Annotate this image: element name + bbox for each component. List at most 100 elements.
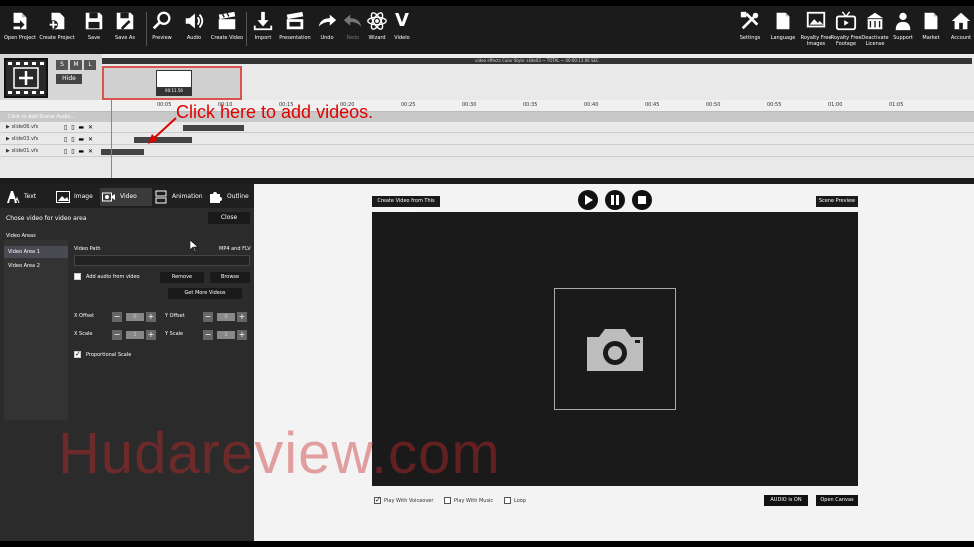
track-bar[interactable]	[183, 125, 245, 131]
video-path-input[interactable]	[74, 255, 250, 266]
minus-icon[interactable]: −	[112, 312, 122, 322]
play-with-music-checkbox[interactable]	[444, 497, 451, 504]
track-controls[interactable]: ▯ ▯ ▬ ✕	[64, 124, 94, 131]
size-large-button[interactable]: L	[84, 60, 96, 70]
play-button[interactable]	[578, 190, 598, 210]
magnifier-icon	[152, 11, 171, 30]
minus-icon[interactable]: −	[203, 312, 213, 322]
get-more-videos-button[interactable]: Get More Videos	[168, 288, 242, 299]
loop-checkbox[interactable]	[504, 497, 511, 504]
track-controls[interactable]: ▯ ▯ ▬ ✕	[64, 148, 94, 155]
track-name-text: slide01.vfs	[11, 148, 39, 154]
tab-animation[interactable]: Animation	[154, 188, 203, 206]
presentation-icon	[286, 11, 304, 30]
ruler-tick: 01:00	[828, 102, 843, 108]
video-area-2[interactable]: Video Area 2	[4, 260, 68, 272]
timeline-header: video effects Color Style: slide03 ~ TOT…	[102, 58, 972, 64]
ruler-tick: 00:50	[706, 102, 721, 108]
video-areas-list: Video Area 1 Video Area 2	[4, 240, 68, 420]
video-area-1[interactable]: Video Area 1	[4, 246, 68, 258]
tab-image[interactable]: Image	[56, 188, 93, 206]
open-canvas-button[interactable]: Open Canvas	[816, 495, 858, 506]
y-scale-stepper[interactable]: − 1 +	[203, 330, 251, 340]
speaker-icon	[185, 13, 204, 29]
pause-button[interactable]	[605, 190, 625, 210]
y-scale-label: Y Scale	[165, 331, 184, 337]
create-video-from-scene-button[interactable]: Create Video from This Scene	[372, 196, 440, 215]
track-row[interactable]: ▶ slide01.vfs ▯ ▯ ▬ ✕	[0, 146, 974, 157]
remove-button[interactable]: Remove	[160, 272, 204, 283]
track-name-text: slide03.vfs	[11, 136, 39, 142]
add-audio-checkbox[interactable]	[74, 273, 81, 280]
scene-preview-button[interactable]: Scene Preview	[816, 196, 858, 207]
add-scene-button[interactable]	[4, 58, 48, 98]
proportional-scale-label: Proportional Scale	[86, 352, 132, 358]
y-scale-value[interactable]: 1	[217, 331, 235, 339]
video-placeholder[interactable]	[554, 288, 676, 410]
filmstrip-add-icon	[6, 60, 46, 96]
play-icon	[585, 195, 593, 205]
loop-option[interactable]: Loop	[504, 497, 526, 504]
plus-icon[interactable]: +	[237, 330, 247, 340]
ruler-tick: 01:05	[889, 102, 904, 108]
scene-clip[interactable]: 00:11.56	[102, 66, 242, 100]
format-hint: MP4 and FLV	[219, 246, 251, 252]
clapperboard-icon	[218, 11, 236, 30]
tab-outline[interactable]: Outline	[209, 188, 249, 206]
create-project-button[interactable]: Create Project	[37, 10, 77, 41]
x-offset-stepper[interactable]: − 0 +	[112, 312, 160, 322]
tv-icon	[835, 11, 857, 31]
image-frame-icon	[806, 11, 826, 28]
y-offset-value[interactable]: 0	[217, 313, 235, 321]
plus-icon[interactable]: +	[146, 330, 156, 340]
plus-icon[interactable]: +	[146, 312, 156, 322]
ruler-tick: 00:55	[767, 102, 782, 108]
minus-icon[interactable]: −	[203, 330, 213, 340]
play-with-music-option[interactable]: Play With Music	[444, 497, 493, 504]
add-audio-label: Add audio from video	[86, 274, 140, 280]
mouse-cursor-icon	[190, 240, 198, 252]
scene-preview-area: Create Video from This Scene Scene Previ…	[254, 184, 974, 541]
floppy-edit-icon	[116, 12, 134, 30]
x-offset-value[interactable]: 0	[126, 313, 144, 321]
x-scale-stepper[interactable]: − 1 +	[112, 330, 160, 340]
open-project-button[interactable]: Open Project	[0, 10, 40, 41]
playhead[interactable]	[111, 100, 112, 184]
tab-text[interactable]: Text	[6, 188, 36, 206]
size-medium-button[interactable]: M	[70, 60, 82, 70]
create-video-button[interactable]: Create Video	[207, 10, 247, 41]
size-small-button[interactable]: S	[56, 60, 68, 70]
stop-button[interactable]	[632, 190, 652, 210]
main-toolbar: Open Project Create Project Save Save As…	[0, 6, 974, 54]
scene-thumbnail[interactable]: 00:11.56	[156, 70, 192, 96]
y-offset-stepper[interactable]: − 0 +	[203, 312, 251, 322]
account-button[interactable]: Account	[941, 10, 974, 41]
market-page-icon	[924, 12, 938, 30]
camera-icon	[587, 329, 643, 371]
tab-video[interactable]: Video	[100, 188, 152, 206]
create-project-icon	[48, 12, 65, 30]
track-controls[interactable]: ▯ ▯ ▬ ✕	[64, 136, 94, 143]
timeline-controls: S M L Hide	[0, 54, 102, 106]
panel-tabs: Text Image Video Animation Outline	[0, 184, 254, 208]
ruler-tick: 00:05	[157, 102, 172, 108]
hide-button[interactable]: Hide	[56, 74, 82, 84]
close-button[interactable]: Close	[208, 212, 250, 224]
scene-audio-label: Click to Add Scene Audio...	[8, 114, 76, 120]
annotation-text: Click here to add videos.	[176, 102, 374, 122]
plus-icon[interactable]: +	[237, 312, 247, 322]
videlo-button[interactable]: V Videlo	[382, 10, 422, 41]
track-name: ▶ slide03.vfs	[6, 136, 39, 142]
browse-button[interactable]: Browse	[210, 272, 250, 283]
save-as-button[interactable]: Save As	[105, 10, 145, 41]
pause-icon	[611, 195, 619, 205]
proportional-scale-checkbox[interactable]	[74, 350, 81, 358]
home-icon	[951, 12, 971, 30]
audio-toggle-button[interactable]: AUDIO is ON	[764, 495, 808, 506]
minus-icon[interactable]: −	[112, 330, 122, 340]
track-bar[interactable]	[101, 149, 145, 155]
play-with-voiceover-option[interactable]: Play With Voiceover	[374, 496, 433, 504]
timeline-ruler[interactable]: 00:05 00:10 00:15 00:20 00:25 00:30 00:35 00:40…	[0, 100, 974, 112]
x-scale-value[interactable]: 1	[126, 331, 144, 339]
play-with-voiceover-checkbox[interactable]	[374, 496, 381, 504]
